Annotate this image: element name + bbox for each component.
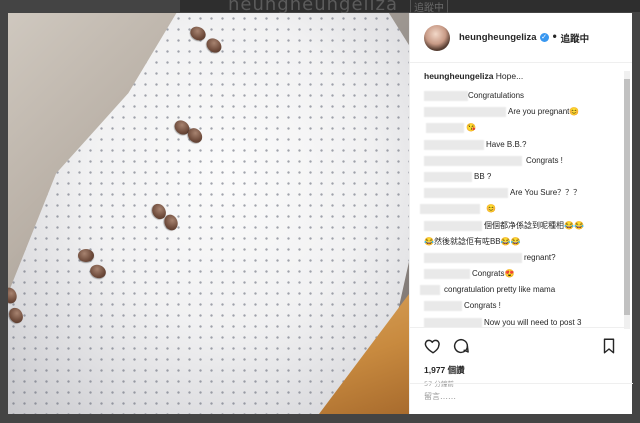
post-header: heungheungeliza ✓ • 追蹤中 — [410, 13, 632, 63]
comment-text: Have B.B.? — [486, 139, 527, 149]
comment-text: 個個都净係諗到呢種相😂😂 — [484, 220, 584, 230]
comment-text: Are you pregnant😊 — [508, 107, 580, 117]
verified-badge-icon: ✓ — [539, 33, 549, 42]
redacted-username — [420, 204, 480, 215]
comment-item: 個個都净係諗到呢種相😂😂 — [424, 218, 625, 234]
comment-text: 😂然後就諗佢有咗BB😂😂 — [424, 236, 521, 246]
heart-icon[interactable] — [424, 337, 442, 355]
comment-item: congratulation pretty like mama — [420, 282, 625, 298]
comment-item: Congrats ! — [424, 153, 625, 169]
caption: heungheungeliza Hope... — [424, 71, 625, 82]
redacted-username — [424, 139, 484, 150]
comment-input[interactable] — [424, 392, 614, 401]
redacted-username — [420, 285, 440, 296]
likes-count[interactable]: 1,977 個讚 — [424, 364, 465, 376]
post-username[interactable]: heungheungeliza — [459, 32, 537, 43]
comment-item: 😊 — [420, 201, 625, 217]
redacted-username — [424, 171, 472, 182]
bookmark-icon[interactable] — [600, 337, 618, 355]
comment-text: Are You Sure？？？ — [510, 188, 582, 198]
redacted-username — [424, 155, 522, 166]
redacted-username — [424, 317, 482, 327]
redacted-username — [424, 188, 508, 199]
dress-button — [78, 249, 94, 262]
comments-scrollbar[interactable] — [624, 71, 630, 329]
comment-item: Are you pregnant😊 — [424, 104, 625, 120]
comment-text: 😘 — [466, 123, 476, 133]
post-sidebar: heungheungeliza ✓ • 追蹤中 heungheungeliza … — [409, 13, 633, 414]
comment-text: Congrats ! — [526, 155, 563, 165]
comment-icon[interactable] — [452, 337, 470, 355]
post-actions: 1,977 個讚 57 分鐘前 — [410, 327, 625, 388]
follow-status-button[interactable]: 追蹤中 — [561, 31, 590, 45]
redacted-username — [424, 107, 506, 118]
comment-item: 😘 — [424, 120, 625, 136]
redacted-username — [424, 252, 522, 263]
post-modal: heungheungeliza ✓ • 追蹤中 heungheungeliza … — [8, 13, 633, 414]
post-photo[interactable] — [8, 13, 409, 414]
comment-text: Congrats😍 — [472, 269, 515, 279]
comment-item: Now you will need to post 3 — [424, 315, 625, 327]
redacted-username — [424, 91, 468, 101]
redacted-username — [426, 123, 464, 134]
follow-separator: • — [551, 32, 558, 43]
scrollbar-thumb[interactable] — [624, 79, 630, 315]
caption-username[interactable]: heungheungeliza — [424, 71, 493, 81]
redacted-username — [424, 301, 462, 312]
caption-text: Hope... — [495, 71, 524, 81]
redacted-username — [424, 220, 482, 231]
comment-item: Congrats ! — [424, 298, 625, 314]
comment-item: Congrats😍 — [424, 266, 625, 282]
comment-item: BB ? — [424, 169, 625, 185]
comments-list: heungheungeliza Hope... Congratulations … — [410, 63, 625, 327]
comment-item: 😂然後就諗佢有咗BB😂😂 — [424, 234, 625, 250]
add-comment-section — [410, 383, 633, 414]
dress-image — [8, 13, 409, 414]
comment-item: regnant? — [424, 250, 625, 266]
comment-item: Congratulations — [424, 88, 625, 104]
comment-item: Are You Sure？？？ — [424, 185, 625, 201]
comment-text: 😊 — [486, 204, 496, 214]
comment-text: Now you will need to post 3 — [484, 317, 582, 327]
comment-text: BB ? — [474, 171, 492, 181]
redacted-username — [424, 269, 470, 280]
comment-text: Congratulations — [468, 91, 525, 100]
avatar[interactable] — [424, 24, 450, 51]
comment-item: Have B.B.? — [424, 137, 625, 153]
comment-text: regnant? — [524, 252, 556, 262]
comment-text: Congrats ! — [464, 301, 501, 311]
comment-text: congratulation pretty like mama — [444, 285, 556, 295]
